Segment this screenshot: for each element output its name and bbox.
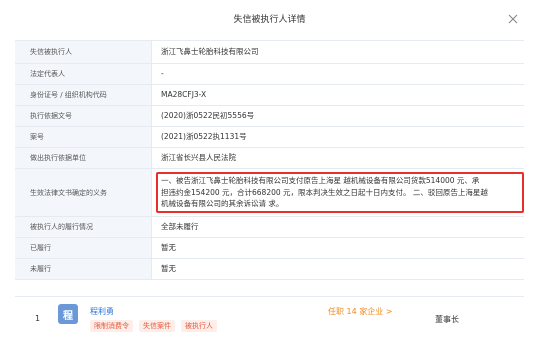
avatar: 程 (58, 304, 78, 324)
row-label: 被执行人的履行情况 (15, 217, 152, 237)
row-label: 法定代表人 (15, 64, 152, 84)
row-dishonest-person: 失信被执行人 浙江飞鼻士轮胎科技有限公司 (15, 41, 524, 64)
duty-text: 一、被告浙江飞鼻士轮胎科技有限公司支付原告上海星 越机械设备有限公司货款5140… (152, 169, 524, 216)
detail-table: 失信被执行人 浙江飞鼻士轮胎科技有限公司 法定代表人 - 身份证号 / 组织机构… (15, 40, 524, 280)
duty-line: 机械设备有限公司的其余诉讼请 求。 (161, 199, 284, 209)
row-value: MA28CFJ3-X (161, 90, 207, 99)
close-button[interactable] (506, 12, 520, 26)
row-value: (2021)浙0522执1131号 (161, 132, 247, 141)
close-icon (508, 14, 518, 24)
row-value: 暂无 (161, 264, 176, 273)
row-value: 浙江飞鼻士轮胎科技有限公司 (161, 47, 259, 56)
row-id-code: 身份证号 / 组织机构代码 MA28CFJ3-X (15, 85, 524, 106)
row-label: 案号 (15, 127, 152, 147)
tag-dishonest-case[interactable]: 失信案件 (139, 320, 175, 332)
tag-executee[interactable]: 被执行人 (181, 320, 217, 332)
row-value: 全部未履行 (161, 222, 199, 231)
row-performance-status: 被执行人的履行情况 全部未履行 (15, 217, 524, 238)
person-name-link[interactable]: 程利勇 (90, 306, 114, 317)
positions-link[interactable]: 任职 14 家企业 > (328, 306, 393, 317)
dialog-header: 失信被执行人详情 (0, 0, 539, 40)
row-value: 暂无 (161, 243, 176, 252)
tag-consumption-restriction[interactable]: 限制消费令 (90, 320, 133, 332)
row-value: (2020)浙0522民初5556号 (161, 111, 255, 120)
related-person-row: 1 程 程利勇 限制消费令 失信案件 被执行人 任职 14 家企业 > 董事长 (15, 296, 524, 351)
duty-line: 一、被告浙江飞鼻士轮胎科技有限公司支付原告上海星 越机械设备有限公司货款5140… (161, 176, 480, 186)
row-unperformed: 未履行 暂无 (15, 259, 524, 280)
row-legal-representative: 法定代表人 - (15, 64, 524, 85)
row-label: 做出执行依据单位 (15, 148, 152, 168)
row-label: 失信被执行人 (15, 41, 152, 63)
row-value: - (161, 69, 164, 78)
row-legal-duty: 生效法律文书确定的义务 一、被告浙江飞鼻士轮胎科技有限公司支付原告上海星 越机械… (15, 169, 524, 217)
row-index: 1 (35, 314, 41, 323)
row-issuing-unit: 做出执行依据单位 浙江省长兴县人民法院 (15, 148, 524, 169)
person-role: 董事长 (435, 315, 459, 324)
row-basis-doc-no: 执行依据文号 (2020)浙0522民初5556号 (15, 106, 524, 127)
row-label: 执行依据文号 (15, 106, 152, 126)
row-value: 浙江省长兴县人民法院 (161, 153, 236, 162)
person-tags: 限制消费令 失信案件 被执行人 (90, 320, 217, 332)
row-performed: 已履行 暂无 (15, 238, 524, 259)
dialog-title: 失信被执行人详情 (233, 15, 306, 25)
row-label: 身份证号 / 组织机构代码 (15, 85, 152, 105)
row-case-no: 案号 (2021)浙0522执1131号 (15, 127, 524, 148)
row-label: 未履行 (15, 259, 152, 279)
row-label: 生效法律文书确定的义务 (15, 169, 152, 216)
duty-line: 担违约金154200 元，合计668200 元，限本判决生效之日起十日内支付。 … (161, 187, 488, 197)
row-label: 已履行 (15, 238, 152, 258)
